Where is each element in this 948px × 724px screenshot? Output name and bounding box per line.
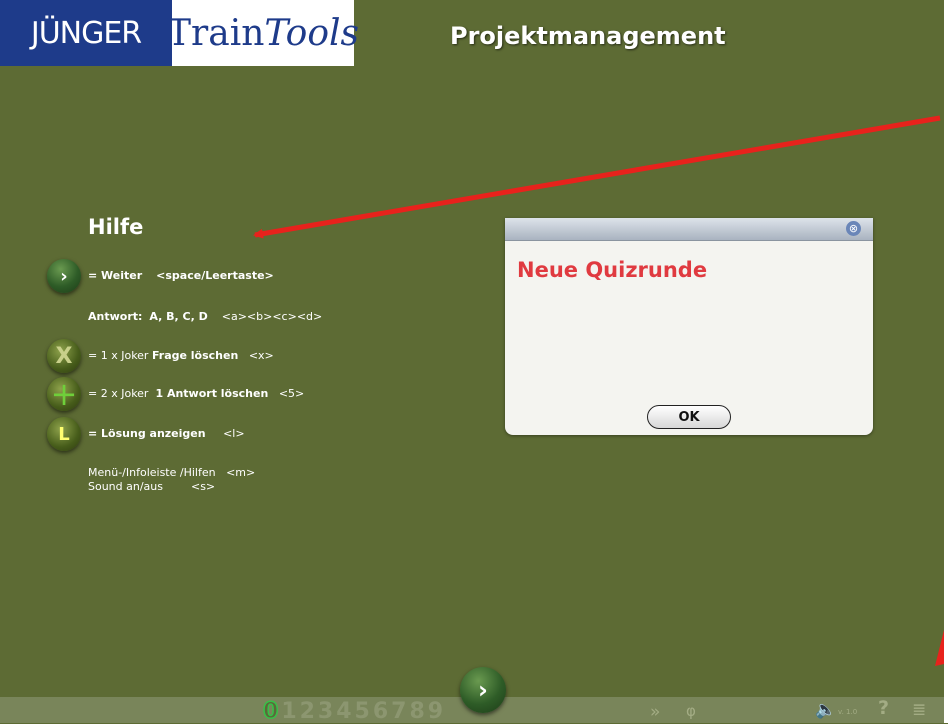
fast-forward-icon[interactable]: » <box>650 702 660 722</box>
dialog-titlebar: ⊗ <box>505 218 873 241</box>
answer-options: A, B, C, D <box>149 310 208 323</box>
help-button[interactable]: ? <box>878 697 889 719</box>
dialog-heading: Neue Quizrunde <box>517 258 708 282</box>
joker2-label: 1 Antwort löschen <box>155 387 269 400</box>
page-numbers[interactable]: 123456789 <box>281 699 446 724</box>
speaker-icon[interactable]: 🔈 <box>815 700 836 720</box>
next-help-icon: › <box>47 259 81 293</box>
l-icon: L <box>58 423 70 445</box>
help-solution-row: = Lösung anzeigen <l> <box>88 427 245 441</box>
help-joker1-row: = 1 x Joker Frage löschen <x> <box>88 349 274 363</box>
close-icon[interactable]: ⊗ <box>846 221 861 236</box>
joker1-prefix: = 1 x Joker <box>88 349 149 362</box>
show-solution-icon: L <box>47 417 81 451</box>
page-navigation: 0123456789 <box>262 698 446 724</box>
help-sound-row: Sound an/aus <s> <box>88 480 215 494</box>
page-current[interactable]: 0 <box>262 698 281 724</box>
joker-delete-answer-icon: + <box>47 375 81 413</box>
joker2-key: <5> <box>278 387 305 400</box>
junger-logo: JÜNGER <box>0 0 172 66</box>
next-key: <space/Leertaste> <box>156 269 274 282</box>
menu-key: <m> <box>226 466 256 479</box>
next-button[interactable]: › <box>460 667 506 713</box>
new-quiz-dialog: ⊗ Neue Quizrunde OK <box>505 218 873 435</box>
window-edge <box>944 0 948 723</box>
joker1-label: Frage löschen <box>151 349 239 362</box>
next-label: = Weiter <box>88 269 143 282</box>
solution-label: = Lösung anzeigen <box>88 427 206 440</box>
plus-icon: + <box>50 375 78 413</box>
traintools-logo: Train Tools <box>167 0 359 66</box>
ok-button[interactable]: OK <box>647 405 731 429</box>
solution-key: <l> <box>223 427 245 440</box>
page-title: Projektmanagement <box>450 22 726 50</box>
product-train-text: Train <box>167 12 265 54</box>
help-title: Hilfe <box>88 215 144 239</box>
chevron-right-icon: › <box>478 676 488 704</box>
chevron-right-icon: › <box>60 265 68 287</box>
help-next-row: = Weiter <space/Leertaste> <box>88 269 274 283</box>
hint-icon[interactable]: φ <box>686 702 696 720</box>
answer-keys: <a><b><c><d> <box>221 310 323 323</box>
menu-label: Menü-/Infoleiste /Hilfen <box>88 466 216 479</box>
product-tools-text: Tools <box>264 12 359 54</box>
brand-text: JÜNGER <box>30 15 142 51</box>
sound-label: Sound an/aus <box>88 480 163 493</box>
x-icon: X <box>55 343 73 369</box>
joker-delete-question-icon: X <box>47 339 81 373</box>
answer-label: Antwort: <box>88 310 143 323</box>
menu-list-icon[interactable]: ≣ <box>912 700 926 720</box>
help-answer-row: Antwort: A, B, C, D <a><b><c><d> <box>88 310 322 324</box>
joker1-key: <x> <box>248 349 274 362</box>
sound-key: <s> <box>190 480 216 493</box>
help-joker2-row: = 2 x Joker 1 Antwort löschen <5> <box>88 387 304 401</box>
version-label: v. 1.0 <box>838 708 858 716</box>
help-menu-row: Menü-/Infoleiste /Hilfen <m> <box>88 466 255 480</box>
joker2-prefix: = 2 x Joker <box>88 387 149 400</box>
